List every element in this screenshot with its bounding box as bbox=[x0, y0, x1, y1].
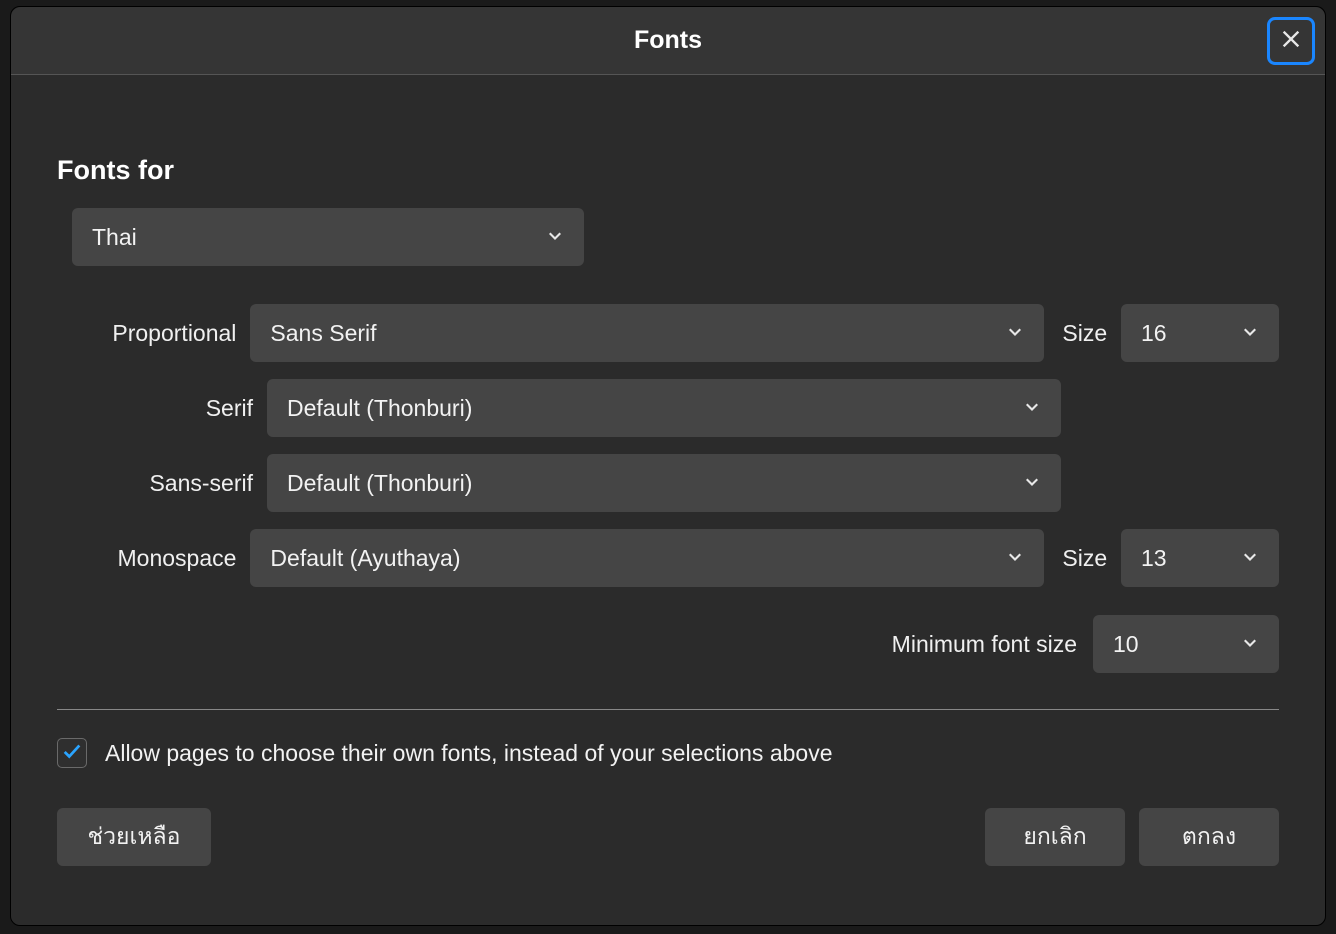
help-button-label: ช่วยเหลือ bbox=[88, 819, 181, 855]
language-select[interactable]: Thai bbox=[72, 208, 584, 266]
chevron-down-icon bbox=[1023, 395, 1041, 422]
fonts-for-heading: Fonts for bbox=[57, 155, 1279, 186]
proportional-label: Proportional bbox=[57, 320, 250, 347]
sans-serif-label: Sans-serif bbox=[57, 470, 267, 497]
monospace-size-value: 13 bbox=[1141, 545, 1167, 572]
ok-button[interactable]: ตกลง bbox=[1139, 808, 1279, 866]
chevron-down-icon bbox=[1023, 470, 1041, 497]
minimum-font-size-select[interactable]: 10 bbox=[1093, 615, 1279, 673]
monospace-label: Monospace bbox=[57, 545, 250, 572]
close-icon bbox=[1280, 28, 1302, 55]
minimum-font-size-label: Minimum font size bbox=[892, 631, 1093, 658]
separator bbox=[57, 709, 1279, 710]
close-button[interactable] bbox=[1267, 17, 1315, 65]
dialog-titlebar: Fonts bbox=[11, 7, 1325, 75]
serif-label: Serif bbox=[57, 395, 267, 422]
minimum-font-size-row: Minimum font size 10 bbox=[57, 615, 1279, 673]
chevron-down-icon bbox=[1006, 320, 1024, 347]
chevron-down-icon bbox=[1241, 545, 1259, 572]
proportional-size-label: Size bbox=[1044, 320, 1121, 347]
proportional-font-value: Sans Serif bbox=[270, 320, 376, 347]
language-select-value: Thai bbox=[92, 224, 137, 251]
monospace-row: Monospace Default (Ayuthaya) Size 13 bbox=[57, 529, 1279, 587]
minimum-font-size-value: 10 bbox=[1113, 631, 1139, 658]
fonts-dialog: Fonts Fonts for Thai Proportional bbox=[10, 6, 1326, 926]
chevron-down-icon bbox=[546, 224, 564, 251]
proportional-row: Proportional Sans Serif Size 16 bbox=[57, 304, 1279, 362]
monospace-font-value: Default (Ayuthaya) bbox=[270, 545, 460, 572]
dialog-button-row: ช่วยเหลือ ยกเลิก ตกลง bbox=[57, 808, 1279, 866]
proportional-font-select[interactable]: Sans Serif bbox=[250, 304, 1044, 362]
dialog-title: Fonts bbox=[634, 26, 702, 55]
monospace-font-select[interactable]: Default (Ayuthaya) bbox=[250, 529, 1044, 587]
sans-serif-font-select[interactable]: Default (Thonburi) bbox=[267, 454, 1061, 512]
serif-font-select[interactable]: Default (Thonburi) bbox=[267, 379, 1061, 437]
ok-button-label: ตกลง bbox=[1182, 819, 1236, 855]
serif-font-value: Default (Thonburi) bbox=[287, 395, 472, 422]
sans-serif-font-value: Default (Thonburi) bbox=[287, 470, 472, 497]
proportional-size-select[interactable]: 16 bbox=[1121, 304, 1279, 362]
monospace-size-select[interactable]: 13 bbox=[1121, 529, 1279, 587]
monospace-size-label: Size bbox=[1044, 545, 1121, 572]
sans-serif-row: Sans-serif Default (Thonburi) bbox=[57, 454, 1279, 512]
cancel-button-label: ยกเลิก bbox=[1023, 819, 1086, 855]
chevron-down-icon bbox=[1006, 545, 1024, 572]
language-row: Thai bbox=[57, 208, 1279, 266]
allow-pages-checkbox[interactable] bbox=[57, 738, 87, 768]
allow-pages-label: Allow pages to choose their own fonts, i… bbox=[105, 740, 833, 767]
dialog-content: Fonts for Thai Proportional Sans Serif bbox=[11, 75, 1325, 866]
font-settings-grid: Proportional Sans Serif Size 16 bbox=[57, 304, 1279, 587]
chevron-down-icon bbox=[1241, 320, 1259, 347]
checkmark-icon bbox=[61, 740, 83, 767]
proportional-size-value: 16 bbox=[1141, 320, 1167, 347]
help-button[interactable]: ช่วยเหลือ bbox=[57, 808, 211, 866]
allow-pages-row: Allow pages to choose their own fonts, i… bbox=[57, 738, 1279, 768]
chevron-down-icon bbox=[1241, 631, 1259, 658]
cancel-button[interactable]: ยกเลิก bbox=[985, 808, 1125, 866]
serif-row: Serif Default (Thonburi) bbox=[57, 379, 1279, 437]
